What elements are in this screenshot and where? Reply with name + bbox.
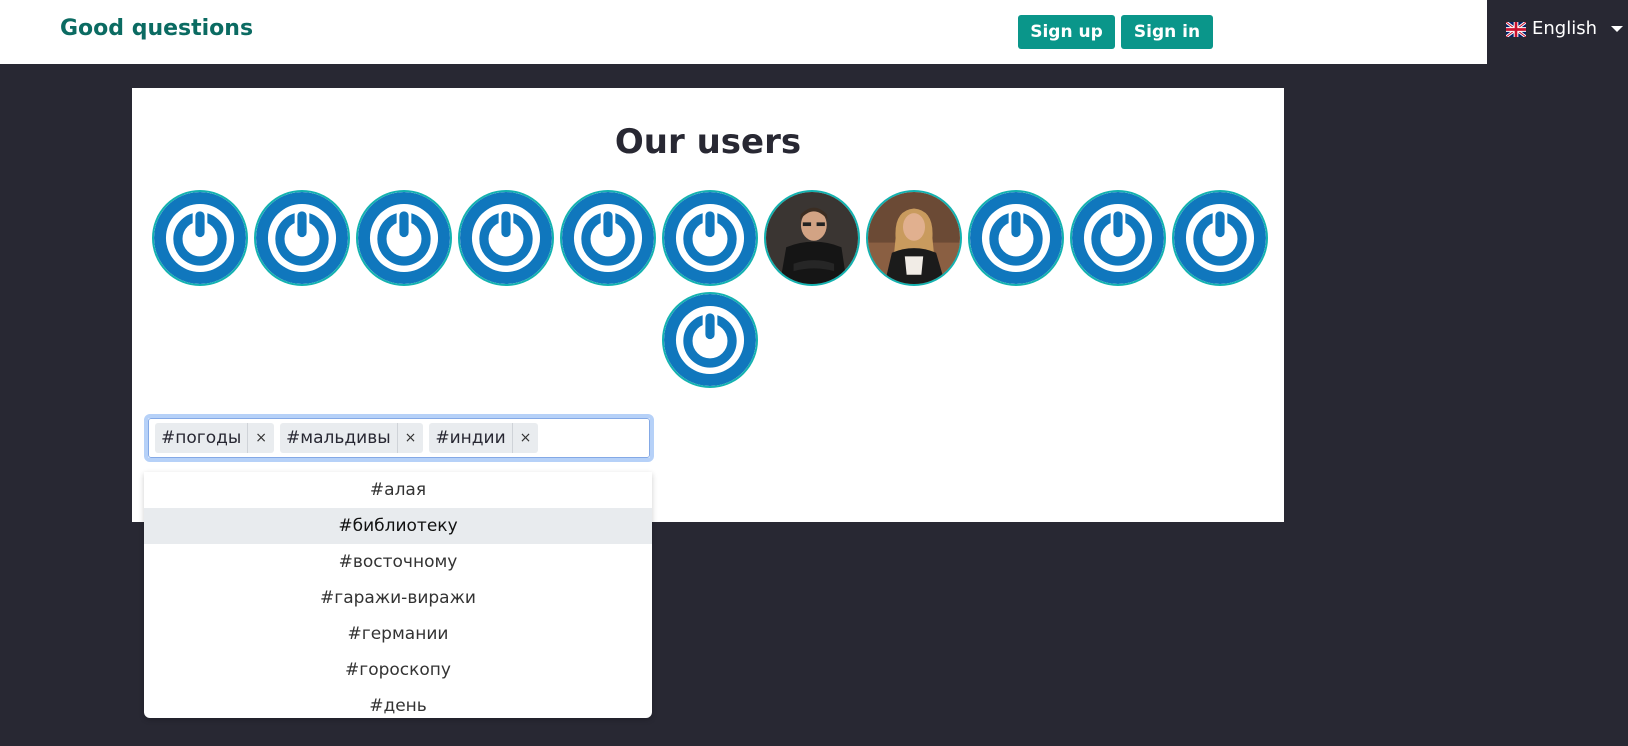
suggestion-item[interactable]: #день (144, 688, 652, 718)
tag-chip: #мальдивы × (280, 423, 424, 453)
tag-label: #мальдивы (286, 428, 391, 448)
user-avatar-power-icon[interactable] (152, 190, 248, 286)
user-avatar-power-icon[interactable] (560, 190, 656, 286)
sign-in-button[interactable]: Sign in (1121, 15, 1213, 49)
users-card: Our users #погоды × #мальдивы × #индии × (132, 88, 1284, 522)
page-title: Our users (614, 122, 802, 162)
sign-up-button[interactable]: Sign up (1018, 15, 1115, 49)
suggestion-item[interactable]: #гороскопу (144, 652, 652, 688)
user-avatar-power-icon[interactable] (1070, 190, 1166, 286)
tag-suggestions-dropdown: #алая #библиотеку #восточному #гаражи-вираж… (144, 472, 652, 718)
tag-chip: #погоды × (155, 423, 275, 453)
uk-flag-icon (1505, 20, 1527, 39)
tag-remove-icon[interactable]: × (396, 423, 424, 453)
user-avatar-power-icon[interactable] (356, 190, 452, 286)
user-avatar-power-icon[interactable] (254, 190, 350, 286)
suggestion-item[interactable]: #германии (144, 616, 652, 652)
language-selector[interactable]: English (1505, 18, 1623, 39)
tag-filter-input[interactable]: #погоды × #мальдивы × #индии × (144, 414, 764, 462)
tag-chip: #индии × (429, 423, 539, 453)
tag-search-field[interactable] (544, 423, 764, 453)
suggestion-item[interactable]: #гаражи-виражи (144, 580, 652, 616)
chevron-down-icon (1611, 25, 1623, 32)
user-avatar-power-icon[interactable] (968, 190, 1064, 286)
users-grid (149, 190, 1271, 388)
user-avatar-photo[interactable] (764, 190, 860, 286)
suggestion-item[interactable]: #восточному (144, 544, 652, 580)
tag-label: #индии (435, 428, 506, 448)
user-avatar-power-icon[interactable] (1172, 190, 1268, 286)
top-navbar: Good questions Sign up Sign in (0, 0, 1487, 64)
tag-label: #погоды (161, 428, 242, 448)
tag-remove-icon[interactable]: × (511, 423, 539, 453)
user-avatar-power-icon[interactable] (458, 190, 554, 286)
brand-logo-text[interactable]: Good questions (60, 16, 253, 41)
suggestion-item[interactable]: #алая (144, 472, 652, 508)
user-avatar-photo[interactable] (866, 190, 962, 286)
tag-input-inner: #погоды × #мальдивы × #индии × (148, 418, 764, 458)
language-label: English (1532, 18, 1597, 39)
tag-remove-icon[interactable]: × (247, 423, 274, 453)
user-avatar-power-icon[interactable] (662, 292, 758, 388)
suggestion-item[interactable]: #библиотеку (144, 508, 652, 544)
user-avatar-power-icon[interactable] (662, 190, 758, 286)
